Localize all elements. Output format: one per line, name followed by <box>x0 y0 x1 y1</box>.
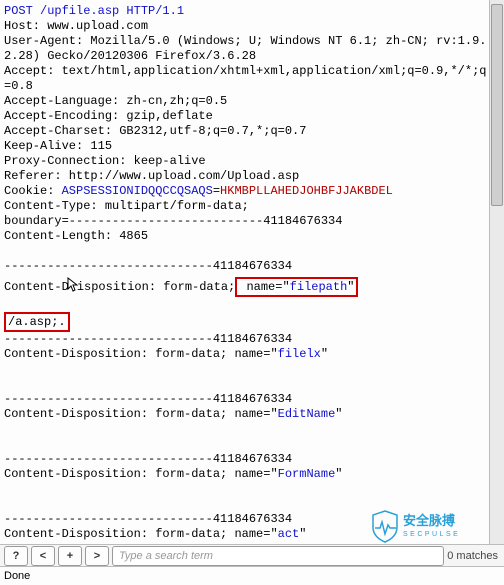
prev-button[interactable]: < <box>31 546 55 566</box>
search-input[interactable]: Type a search term <box>112 546 444 566</box>
scroll-thumb[interactable] <box>491 4 503 206</box>
vertical-scrollbar[interactable] <box>489 0 504 547</box>
search-toolbar: ? < + > Type a search term 0 matches <box>0 544 504 567</box>
matches-label: 0 matches <box>447 550 500 562</box>
next-button[interactable]: > <box>85 546 109 566</box>
status-bar: Done <box>0 566 504 585</box>
add-button[interactable]: + <box>58 546 82 566</box>
help-button[interactable]: ? <box>4 546 28 566</box>
http-request-viewer: POST /upfile.asp HTTP/1.1 Host: www.uplo… <box>0 0 490 547</box>
status-text: Done <box>4 570 30 582</box>
